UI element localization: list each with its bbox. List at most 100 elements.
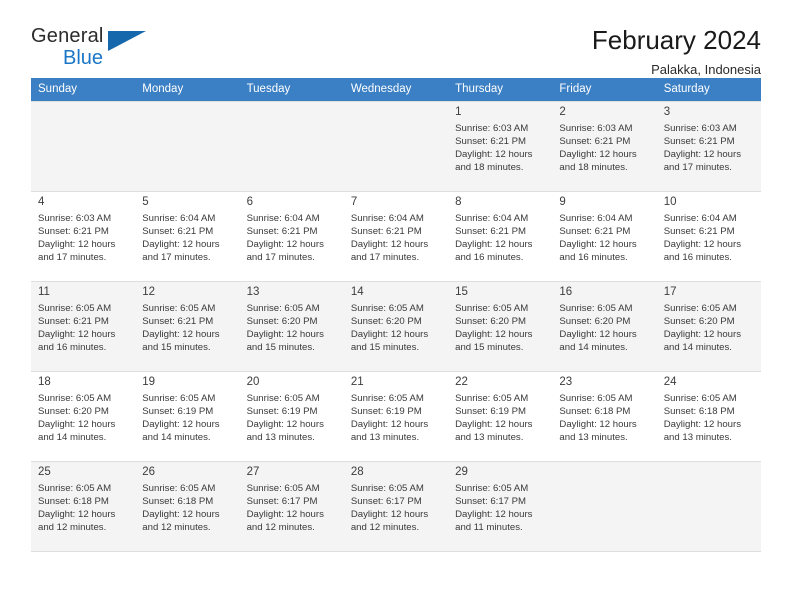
daylight-text-line1: Daylight: 12 hours	[246, 419, 324, 431]
day-details: Sunrise: 6:05 AM Sunset: 6:18 PM Daylight:…	[135, 482, 239, 535]
calendar-day-cell[interactable]: 5 Sunrise: 6:04 AM Sunset: 6:21 PM Daylight…	[135, 191, 240, 282]
sunset-text: Sunset: 6:19 PM	[142, 406, 214, 417]
calendar-day-cell[interactable]: 4 Sunrise: 6:03 AM Sunset: 6:21 PM Daylight…	[31, 191, 136, 282]
daylight-text-line2: and 18 minutes.	[455, 162, 524, 174]
calendar-day-cell[interactable]: 22 Sunrise: 6:05 AM Sunset: 6:19 PM Dayligh…	[448, 371, 553, 462]
calendar-day-cell[interactable]: 20 Sunrise: 6:05 AM Sunset: 6:19 PM Dayligh…	[239, 371, 344, 462]
daylight-text-line1: Daylight: 12 hours	[350, 509, 429, 521]
calendar-day-cell[interactable]: 12 Sunrise: 6:05 AM Sunset: 6:21 PM Dayligh…	[135, 281, 240, 372]
sunset-text: Sunset: 6:17 PM	[350, 496, 422, 507]
daylight-text-line1: Daylight: 12 hours	[142, 509, 220, 521]
day-number: 21	[350, 376, 364, 388]
day-details: Sunrise: 6:05 AM Sunset: 6:19 PM Daylight:…	[344, 392, 448, 445]
daylight-text-line1: Daylight: 12 hours	[246, 509, 324, 521]
page-header: General Blue February 2024 Palakka, Indo…	[31, 0, 761, 77]
calendar-day-cell[interactable]: 18 Sunrise: 6:05 AM Sunset: 6:20 PM Dayligh…	[31, 371, 136, 462]
sunrise-text: Sunrise: 6:05 AM	[350, 482, 424, 494]
day-details: Sunrise: 6:05 AM Sunset: 6:20 PM Daylight:…	[344, 302, 448, 355]
daylight-text-line2: and 15 minutes.	[455, 342, 524, 354]
day-details: Sunrise: 6:05 AM Sunset: 6:20 PM Daylight:…	[240, 302, 344, 355]
calendar-day-cell[interactable]: 24 Sunrise: 6:05 AM Sunset: 6:18 PM Dayligh…	[656, 371, 761, 462]
calendar-day-cell[interactable]: 16 Sunrise: 6:05 AM Sunset: 6:20 PM Dayligh…	[552, 281, 657, 372]
day-number: 28	[350, 466, 364, 478]
calendar-day-cell[interactable]: 19 Sunrise: 6:05 AM Sunset: 6:19 PM Dayligh…	[135, 371, 240, 462]
calendar-week-row: 4 Sunrise: 6:03 AM Sunset: 6:21 PM Daylight…	[31, 191, 761, 282]
calendar-day-cell[interactable]: 8 Sunrise: 6:04 AM Sunset: 6:21 PM Daylight…	[448, 191, 553, 282]
sunrise-text: Sunrise: 6:04 AM	[350, 212, 424, 224]
day-number: 17	[663, 286, 677, 298]
daylight-text-line1: Daylight: 12 hours	[350, 239, 429, 251]
sunset-text: Sunset: 6:21 PM	[455, 226, 527, 237]
daylight-text-line1: Daylight: 12 hours	[38, 419, 116, 431]
calendar-day-cell[interactable]: 2 Sunrise: 6:03 AM Sunset: 6:21 PM Daylight…	[552, 101, 657, 192]
sunrise-text: Sunrise: 6:03 AM	[663, 122, 737, 134]
general-blue-logo[interactable]: General Blue	[31, 26, 161, 74]
daylight-text-line2: and 12 minutes.	[246, 522, 315, 534]
calendar-day-cell[interactable]: 28 Sunrise: 6:05 AM Sunset: 6:17 PM Dayligh…	[343, 461, 449, 552]
day-number: 1	[455, 106, 462, 118]
daylight-text-line2: and 17 minutes.	[246, 252, 315, 264]
sunset-text: Sunset: 6:21 PM	[663, 136, 735, 147]
daylight-text-line1: Daylight: 12 hours	[350, 329, 429, 341]
calendar-day-cell[interactable]: 25 Sunrise: 6:05 AM Sunset: 6:18 PM Dayligh…	[31, 461, 136, 552]
day-details: Sunrise: 6:03 AM Sunset: 6:21 PM Daylight:…	[448, 122, 552, 175]
page-title: February 2024	[591, 25, 761, 55]
daylight-text-line2: and 15 minutes.	[246, 342, 315, 354]
calendar-day-cell[interactable]: 9 Sunrise: 6:04 AM Sunset: 6:21 PM Daylight…	[552, 191, 657, 282]
calendar-empty-cell	[31, 101, 136, 192]
day-number: 24	[663, 376, 677, 388]
sunrise-text: Sunrise: 6:05 AM	[559, 392, 633, 404]
calendar-day-cell[interactable]: 27 Sunrise: 6:05 AM Sunset: 6:17 PM Dayligh…	[239, 461, 344, 552]
sunset-text: Sunset: 6:20 PM	[38, 406, 109, 417]
calendar-day-cell[interactable]: 11 Sunrise: 6:05 AM Sunset: 6:21 PM Dayligh…	[31, 281, 136, 372]
sunset-text: Sunset: 6:21 PM	[142, 226, 214, 237]
sunrise-text: Sunrise: 6:05 AM	[350, 392, 424, 404]
weekday-header-tuesday: Tuesday	[239, 78, 344, 102]
calendar-day-cell[interactable]: 21 Sunrise: 6:05 AM Sunset: 6:19 PM Dayligh…	[343, 371, 449, 462]
day-number: 19	[142, 376, 156, 388]
calendar-day-cell[interactable]: 17 Sunrise: 6:05 AM Sunset: 6:20 PM Dayligh…	[656, 281, 761, 372]
sunrise-text: Sunrise: 6:03 AM	[38, 212, 112, 224]
day-details: Sunrise: 6:05 AM Sunset: 6:20 PM Daylight:…	[657, 302, 761, 355]
weekday-header-thursday: Thursday	[448, 78, 553, 102]
calendar-day-cell[interactable]: 13 Sunrise: 6:05 AM Sunset: 6:20 PM Dayligh…	[239, 281, 344, 372]
sunset-text: Sunset: 6:19 PM	[455, 406, 527, 417]
calendar-day-cell[interactable]: 10 Sunrise: 6:04 AM Sunset: 6:21 PM Dayligh…	[656, 191, 761, 282]
calendar-day-cell[interactable]: 7 Sunrise: 6:04 AM Sunset: 6:21 PM Daylight…	[343, 191, 449, 282]
calendar-day-cell[interactable]: 29 Sunrise: 6:05 AM Sunset: 6:17 PM Dayligh…	[448, 461, 553, 552]
day-number: 27	[246, 466, 260, 478]
calendar-day-cell[interactable]: 3 Sunrise: 6:03 AM Sunset: 6:21 PM Daylight…	[656, 101, 761, 192]
daylight-text-line1: Daylight: 12 hours	[559, 149, 637, 161]
calendar-day-cell[interactable]: 15 Sunrise: 6:05 AM Sunset: 6:20 PM Dayligh…	[448, 281, 553, 372]
day-details: Sunrise: 6:04 AM Sunset: 6:21 PM Daylight:…	[135, 212, 239, 265]
sunset-text: Sunset: 6:18 PM	[142, 496, 214, 507]
day-number: 14	[350, 286, 364, 298]
sunrise-text: Sunrise: 6:05 AM	[246, 392, 320, 404]
calendar-week-row: 1 Sunrise: 6:03 AM Sunset: 6:21 PM Daylight…	[31, 101, 761, 192]
calendar-day-cell[interactable]: 26 Sunrise: 6:05 AM Sunset: 6:18 PM Dayligh…	[135, 461, 240, 552]
daylight-text-line1: Daylight: 12 hours	[38, 509, 116, 521]
day-details: Sunrise: 6:05 AM Sunset: 6:18 PM Daylight:…	[31, 482, 135, 535]
daylight-text-line1: Daylight: 12 hours	[455, 239, 533, 251]
calendar-day-cell[interactable]: 6 Sunrise: 6:04 AM Sunset: 6:21 PM Daylight…	[239, 191, 344, 282]
day-details: Sunrise: 6:05 AM Sunset: 6:21 PM Daylight:…	[31, 302, 135, 355]
daylight-text-line1: Daylight: 12 hours	[246, 329, 324, 341]
calendar-day-cell[interactable]: 23 Sunrise: 6:05 AM Sunset: 6:18 PM Dayligh…	[552, 371, 657, 462]
day-number: 10	[663, 196, 677, 208]
sunrise-text: Sunrise: 6:05 AM	[455, 302, 529, 314]
daylight-text-line1: Daylight: 12 hours	[663, 329, 742, 341]
daylight-text-line1: Daylight: 12 hours	[142, 239, 220, 251]
daylight-text-line1: Daylight: 12 hours	[663, 149, 742, 161]
daylight-text-line1: Daylight: 12 hours	[559, 419, 637, 431]
day-number: 15	[455, 286, 468, 298]
day-details: Sunrise: 6:05 AM Sunset: 6:19 PM Daylight:…	[135, 392, 239, 445]
location-subtitle: Palakka, Indonesia	[651, 61, 761, 77]
daylight-text-line2: and 14 minutes.	[663, 342, 732, 354]
sunrise-text: Sunrise: 6:04 AM	[559, 212, 633, 224]
sunrise-text: Sunrise: 6:05 AM	[350, 302, 424, 314]
daylight-text-line1: Daylight: 12 hours	[455, 509, 533, 521]
daylight-text-line2: and 16 minutes.	[663, 252, 732, 264]
day-details: Sunrise: 6:05 AM Sunset: 6:20 PM Daylight:…	[448, 302, 552, 355]
calendar-day-cell[interactable]: 14 Sunrise: 6:05 AM Sunset: 6:20 PM Dayligh…	[343, 281, 449, 372]
calendar-day-cell[interactable]: 1 Sunrise: 6:03 AM Sunset: 6:21 PM Daylight…	[448, 101, 553, 192]
